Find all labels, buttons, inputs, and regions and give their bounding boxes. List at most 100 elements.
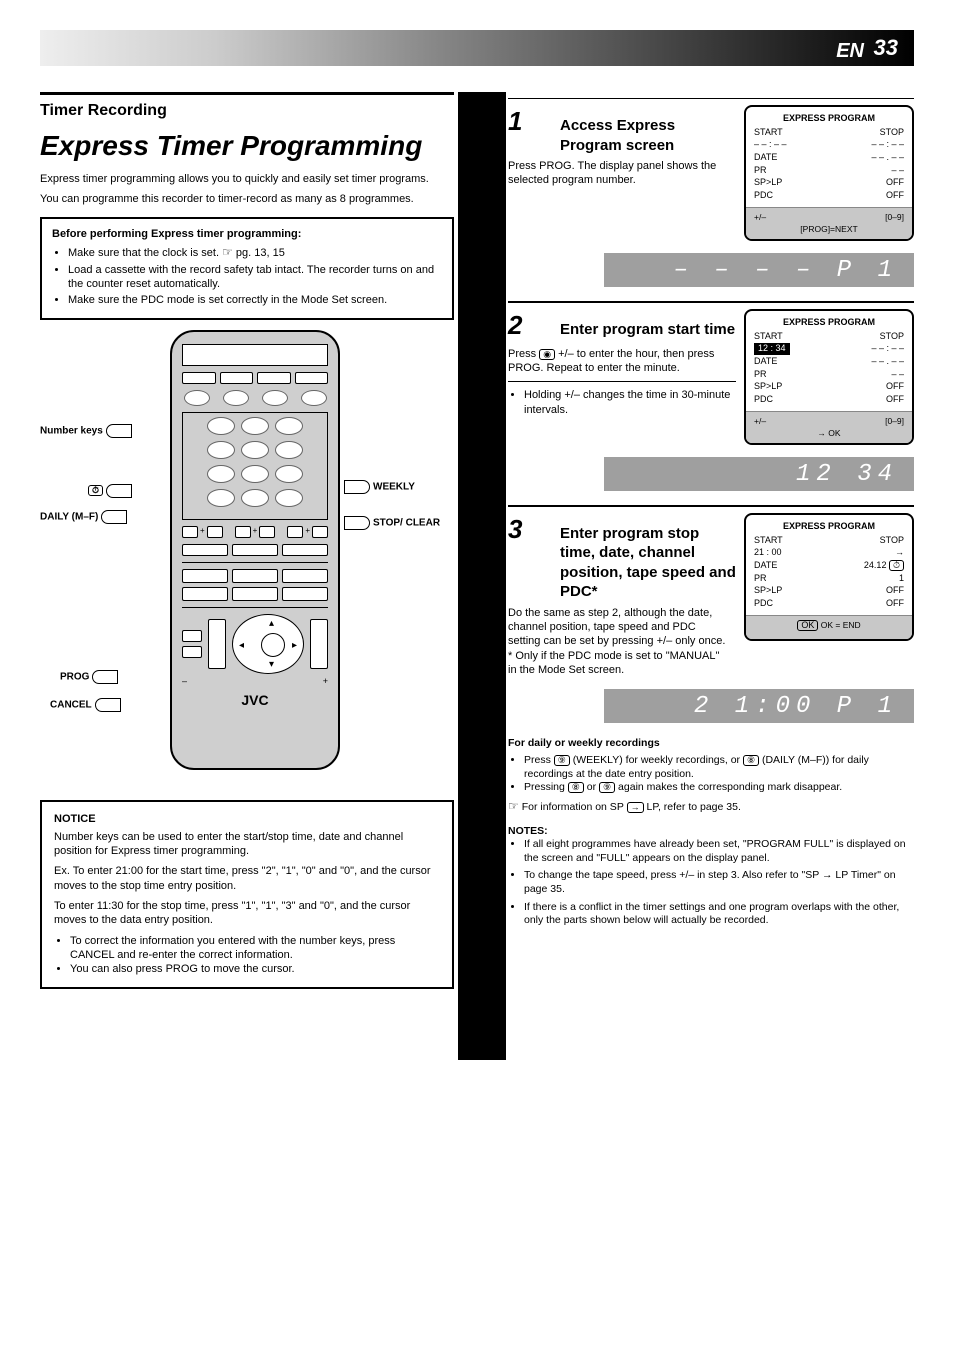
notes-area: NOTES: If all eight programmes have alre… (508, 825, 914, 928)
before-item-2: Load a cassette with the record safety t… (68, 263, 442, 292)
plus-icon: + (323, 676, 328, 688)
notice-box: NOTICE Number keys can be used to enter … (40, 800, 454, 989)
remote-btn (312, 526, 328, 538)
arrow-right-icon: → (627, 802, 644, 813)
dw-b1: Press ⑨ (WEEKLY) for weekly recordings, … (524, 754, 914, 781)
notice-li2: You can also press PROG to move the curs… (70, 962, 440, 976)
sub-title: Timer Recording (40, 101, 454, 122)
before-heading: Before performing Express timer programm… (52, 227, 442, 241)
step-rule (508, 301, 914, 303)
pause-btn (282, 587, 328, 601)
page-ref-icon: ☞ (222, 245, 233, 261)
page-number: 33 (874, 34, 898, 63)
callout-weekly: WEEKLY (344, 480, 415, 494)
callout-timer-key: ⏱ (88, 484, 132, 498)
callout-prog: PROG (60, 670, 118, 684)
num-key (207, 489, 235, 507)
osd3-title: EXPRESS PROGRAM (754, 521, 904, 533)
notice-p1: Number keys can be used to enter the sta… (54, 830, 440, 859)
stop-btn (232, 587, 278, 601)
vfd-step2: 12 34 (604, 457, 914, 491)
step-3-title: Enter program stop time, date, channel p… (560, 524, 736, 602)
remote-btn (262, 390, 288, 406)
remote-btn (257, 372, 291, 384)
remote-btn (220, 372, 254, 384)
notice-li1: To correct the information you entered w… (70, 934, 440, 963)
num-key (241, 465, 269, 483)
big-title: Express Timer Programming (40, 128, 454, 164)
osd-step1: EXPRESS PROGRAM STARTSTOP – – : – –– – :… (744, 105, 914, 241)
daily-key-icon: ⑧ (743, 755, 759, 766)
step-3-number: 3 (508, 513, 550, 547)
dw-heading: For daily or weekly recordings (508, 737, 914, 751)
intro-1: Express timer programming allows you to … (40, 172, 454, 186)
remote-btn (182, 526, 198, 538)
dw-b2: Pressing ⑧ or ⑨ again makes the correspo… (524, 781, 914, 795)
callout-number-keys: Number keys (40, 424, 132, 438)
weekly-key-icon: ⑨ (599, 782, 615, 793)
remote-btn (182, 372, 216, 384)
dpad: ▴ ▾ ◂ ▸ (232, 614, 304, 674)
remote-btn (235, 526, 251, 538)
remote-btn (182, 544, 228, 556)
num-key (275, 465, 303, 483)
skip-back-btn (208, 619, 226, 669)
ff-btn (282, 569, 328, 583)
down-arrow-icon: ▾ (269, 658, 274, 671)
header-gradient (40, 30, 914, 66)
remote-display (182, 344, 328, 366)
note-1: If all eight programmes have already bee… (524, 838, 914, 865)
num-key (275, 441, 303, 459)
callout-cancel: CANCEL (50, 698, 121, 712)
play-btn (232, 569, 278, 583)
remote-btn (282, 544, 328, 556)
title-rule (40, 92, 454, 95)
num-key (207, 417, 235, 435)
right-arrow-icon: ▸ (292, 639, 297, 652)
remote-btn (184, 390, 210, 406)
page-ref-icon: ☞ (508, 799, 519, 815)
num-key (207, 465, 235, 483)
notes-heading: NOTES: (508, 825, 914, 839)
vertical-divider (458, 92, 506, 1060)
osd2-title: EXPRESS PROGRAM (754, 317, 904, 329)
osd-step2: EXPRESS PROGRAM STARTSTOP 12 : 34– – : –… (744, 309, 914, 445)
remote-btn (259, 526, 275, 538)
rec-btn (182, 587, 228, 601)
num-key (207, 441, 235, 459)
step-2: EXPRESS PROGRAM STARTSTOP 12 : 34– – : –… (508, 309, 914, 491)
step-2-title: Enter program start time (560, 320, 735, 340)
step-rule (508, 505, 914, 507)
num-key (241, 489, 269, 507)
notice-p2b: To enter 11:30 for the stop time, press … (54, 899, 440, 928)
before-box: Before performing Express timer programm… (40, 217, 454, 320)
notice-title: NOTICE (54, 812, 440, 826)
rew-btn (182, 569, 228, 583)
remote-btn (182, 630, 202, 642)
osd-step3: EXPRESS PROGRAM STARTSTOP 21 : 00→ DATE … (744, 513, 914, 641)
step-1-number: 1 (508, 105, 550, 139)
step-1-title: Access Express Program screen (560, 116, 736, 155)
timer-icon: ⏱ (889, 560, 904, 571)
note-3: If there is a conflict in the timer sett… (524, 901, 914, 928)
remote-btn (232, 544, 278, 556)
section-en: EN (836, 38, 864, 64)
before-item-3: Make sure the PDC mode is set correctly … (68, 293, 442, 307)
remote-btn (207, 526, 223, 538)
num-key (275, 489, 303, 507)
intro-2: You can programme this recorder to timer… (40, 192, 454, 206)
num-key (275, 417, 303, 435)
up-arrow-icon: ▴ (269, 617, 274, 630)
remote-btn (182, 646, 202, 658)
osd1-title: EXPRESS PROGRAM (754, 113, 904, 125)
vfd-step1: – – – – P 1 (604, 253, 914, 287)
disc-icon: ◉ (539, 349, 555, 360)
note-2: To change the tape speed, press +/– in s… (524, 869, 914, 896)
skip-fwd-btn (310, 619, 328, 669)
remote-btn (301, 390, 327, 406)
step-3: EXPRESS PROGRAM STARTSTOP 21 : 00→ DATE … (508, 513, 914, 723)
ok-btn (261, 633, 285, 657)
remote-btn (223, 390, 249, 406)
minus-icon: – (182, 676, 187, 688)
remote-diagram: Number keys ⏱ DAILY (M–F) PROG CANCEL WE… (40, 330, 454, 790)
